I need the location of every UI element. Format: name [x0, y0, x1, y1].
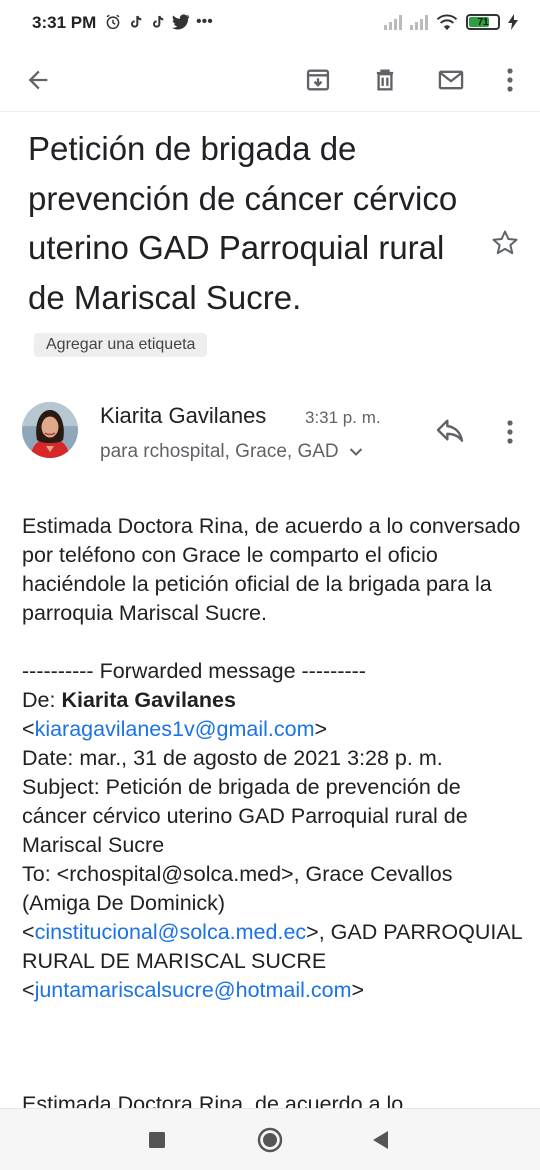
more-notifications-icon: ••• — [196, 13, 213, 30]
message-more-button[interactable] — [496, 414, 524, 450]
star-button[interactable] — [490, 228, 524, 262]
forward-to: To: <rchospital@solca.med>, Grace Cevall… — [22, 862, 522, 1002]
more-vert-icon — [507, 420, 513, 444]
forward-date: Date: mar., 31 de agosto de 2021 3:28 p.… — [22, 746, 443, 770]
back-nav-button[interactable] — [366, 1125, 396, 1155]
forward-from: De: Kiarita Gavilanes <kiaragavilanes1v@g… — [22, 688, 328, 741]
forward-header: ---------- Forwarded message --------- — [22, 659, 366, 683]
sender-avatar[interactable] — [22, 402, 78, 458]
mark-unread-button[interactable] — [431, 60, 471, 100]
signal-icon — [384, 14, 402, 30]
recents-button[interactable] — [142, 1125, 172, 1155]
recipients-toggle[interactable]: para rchospital, Grace, GAD — [100, 441, 363, 463]
archive-icon — [306, 69, 330, 91]
star-icon — [492, 230, 518, 255]
from-email-link[interactable]: kiaragavilanes1v@gmail.com — [35, 717, 315, 741]
home-button[interactable] — [255, 1125, 285, 1155]
delete-button[interactable] — [365, 60, 405, 100]
alarm-icon — [106, 14, 120, 30]
body-intro: Estimada Doctora Rina, de acuerdo a lo c… — [22, 514, 521, 625]
archive-button[interactable] — [298, 60, 338, 100]
charging-icon — [508, 14, 518, 30]
tiktok-icon — [153, 15, 164, 28]
tiktok-icon — [131, 15, 142, 28]
status-bar: 3:31 PM ••• 71 — [0, 0, 540, 48]
delete-icon — [376, 69, 394, 91]
triangle-back-icon — [373, 1131, 388, 1149]
recipients-text: para rchospital, Grace, GAD — [100, 441, 339, 462]
to-email-link[interactable]: cinstitucional@solca.med.ec — [35, 920, 307, 944]
to-prefix: To: <rchospital@solca.med>, Grace Cevall… — [22, 862, 453, 915]
sent-time: 3:31 p. m. — [305, 408, 381, 427]
toolbar — [0, 48, 540, 112]
status-right: 71 — [384, 13, 518, 31]
status-time: 3:31 PM — [32, 13, 97, 32]
more-vert-icon — [507, 68, 513, 92]
email-body: Estimada Doctora Rina, de acuerdo a lo c… — [22, 512, 522, 1005]
email-subject: Petición de brigada de prevención de cán… — [28, 124, 478, 372]
square-icon — [149, 1132, 165, 1148]
more-options-button[interactable] — [490, 60, 530, 100]
battery-icon: 71 — [466, 14, 500, 30]
reply-icon — [436, 419, 464, 442]
avatar-photo — [22, 402, 78, 458]
signal-icon — [410, 14, 428, 30]
notification-icons: ••• — [104, 12, 213, 32]
reply-button[interactable] — [434, 414, 470, 450]
twitter-icon — [172, 14, 190, 30]
mail-icon — [438, 70, 464, 90]
cutoff-text: Estimada Doctora Rina, de acuerdo a lo — [22, 1092, 404, 1108]
wifi-icon — [436, 14, 458, 31]
from-name: Kiarita Gavilanes — [61, 688, 236, 712]
system-nav-bar — [0, 1108, 540, 1170]
back-button[interactable] — [18, 60, 58, 100]
chevron-down-icon — [349, 448, 362, 456]
home-circle-icon — [257, 1127, 283, 1153]
forward-subject: Subject: Petición de brigada de prevenci… — [22, 775, 468, 857]
add-label-chip[interactable]: Agregar una etiqueta — [34, 333, 208, 358]
subject-text: Petición de brigada de prevención de cán… — [28, 130, 458, 316]
from-label: De: — [22, 688, 56, 712]
sender-name[interactable]: Kiarita Gavilanes — [100, 403, 266, 429]
back-arrow-icon — [28, 70, 48, 90]
to-email-link[interactable]: juntamariscalsucre@hotmail.com — [35, 978, 352, 1002]
body-cutoff-line: Estimada Doctora Rina, de acuerdo a lo — [22, 1090, 522, 1108]
battery-level: 71 — [477, 16, 489, 28]
